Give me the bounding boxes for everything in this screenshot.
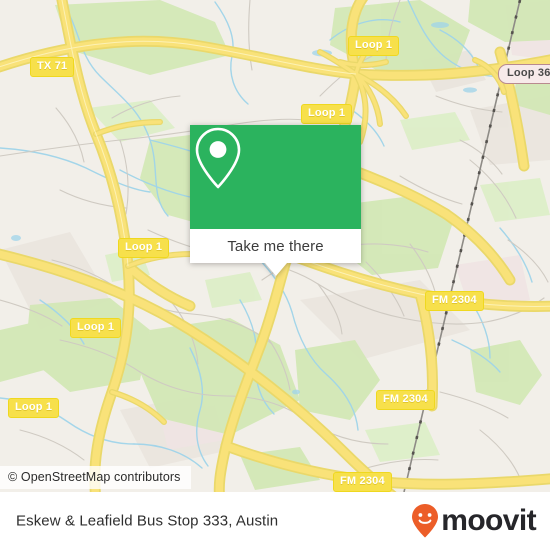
road-shield-loop-1-upper[interactable]: Loop 1 (301, 104, 353, 124)
moovit-wordmark: moovit (441, 504, 536, 537)
road-shield-fm-2304-bottom[interactable]: FM 2304 (333, 472, 392, 492)
place-title: Eskew & Leafield Bus Stop 333, Austin (16, 512, 279, 530)
road-shield-loop-1-mid[interactable]: Loop 1 (118, 238, 170, 258)
moovit-pin-icon (412, 504, 439, 538)
moovit-logo[interactable]: moovit (410, 503, 537, 539)
road-shield-loop-1-low[interactable]: Loop 1 (8, 398, 60, 418)
map-pin-icon (195, 127, 241, 189)
road-shield-tx-71[interactable]: TX 71 (30, 57, 75, 77)
map-canvas[interactable]: TX 71 Loop 1 Loop 360 Loop 1 Loop 1 Loop… (0, 0, 550, 492)
road-shield-loop-360[interactable]: Loop 360 (498, 64, 550, 84)
road-shield-loop-1-top[interactable]: Loop 1 (348, 36, 400, 56)
popup-header (190, 125, 361, 229)
road-shield-fm-2304-east[interactable]: FM 2304 (425, 291, 484, 311)
osm-attribution[interactable]: © OpenStreetMap contributors (0, 466, 191, 489)
take-me-there-label: Take me there (227, 237, 324, 255)
map-screenshot: TX 71 Loop 1 Loop 360 Loop 1 Loop 1 Loop… (0, 0, 550, 550)
popup-tail (264, 263, 287, 276)
road-shield-loop-1-left[interactable]: Loop 1 (70, 318, 122, 338)
location-popup-card[interactable]: Take me there (190, 125, 361, 276)
footer-bar: Eskew & Leafield Bus Stop 333, Austin mo… (0, 492, 550, 550)
road-shield-fm-2304-south[interactable]: FM 2304 (376, 390, 435, 410)
popup-action-row[interactable]: Take me there (190, 229, 361, 263)
